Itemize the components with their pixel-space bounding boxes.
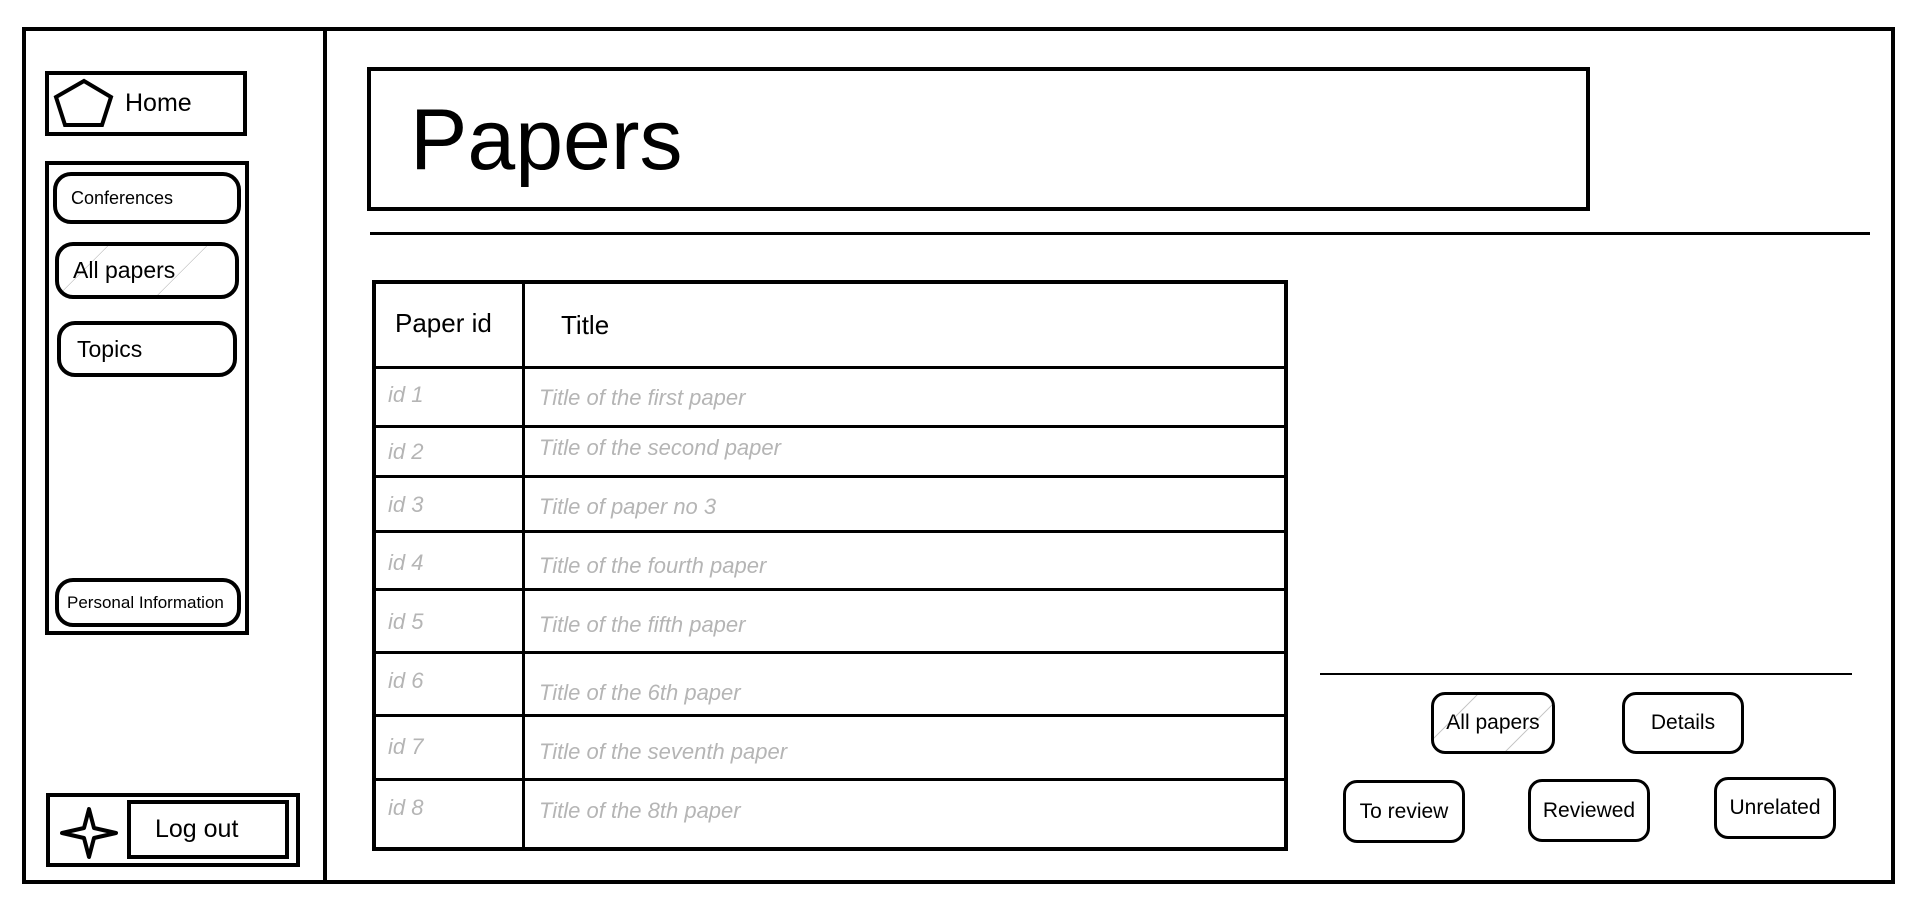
logout-label: Log out [155, 815, 239, 843]
table-cell-title[interactable]: Title of the second paper [539, 435, 781, 461]
button-label: All papers [1446, 711, 1540, 734]
sidebar-item-label: Conferences [71, 187, 174, 208]
table-cell-id[interactable]: id 2 [388, 439, 423, 465]
page-title: Papers [410, 92, 683, 188]
sidebar-item-topics[interactable]: Topics [57, 321, 237, 377]
logout-button[interactable]: Log out [127, 800, 289, 859]
filter-unrelated-button[interactable]: Unrelated [1714, 777, 1836, 839]
sidebar-divider [323, 27, 327, 884]
header-divider [370, 232, 1870, 235]
table-cell-title[interactable]: Title of the seventh paper [539, 739, 787, 765]
button-label: Details [1650, 711, 1716, 734]
button-label: Reviewed [1542, 798, 1636, 822]
row-divider [372, 530, 1288, 533]
button-label: To review [1359, 799, 1449, 823]
table-cell-title[interactable]: Title of the first paper [539, 385, 745, 411]
table-cell-title[interactable]: Title of the fifth paper [539, 612, 745, 638]
sidebar-item-label: Topics [77, 335, 143, 362]
row-divider [372, 651, 1288, 654]
pentagon-icon [51, 76, 117, 131]
table-cell-title[interactable]: Title of the 6th paper [539, 680, 741, 706]
column-header-paper-id: Paper id [395, 308, 492, 338]
row-divider [372, 588, 1288, 591]
row-divider [372, 714, 1288, 717]
table-cell-id[interactable]: id 8 [388, 795, 423, 821]
table-cell-title[interactable]: Title of the fourth paper [539, 553, 766, 579]
sidebar-nav-panel [45, 161, 249, 635]
star-icon [58, 805, 120, 861]
table-cell-title[interactable]: Title of paper no 3 [539, 494, 716, 520]
row-divider [372, 778, 1288, 781]
sidebar-item-label: All papers [73, 257, 176, 283]
filter-all-papers-button[interactable]: All papers [1431, 692, 1555, 754]
button-label: Unrelated [1729, 796, 1821, 819]
table-cell-title[interactable]: Title of the 8th paper [539, 798, 741, 824]
sidebar-item-label: Personal Information [67, 592, 224, 612]
table-cell-id[interactable]: id 6 [388, 668, 423, 694]
table-cell-id[interactable]: id 5 [388, 609, 423, 635]
row-divider [372, 425, 1288, 428]
details-button[interactable]: Details [1622, 692, 1744, 754]
sidebar-item-personal-information[interactable]: Personal Information [55, 578, 241, 627]
table-cell-id[interactable]: id 7 [388, 734, 423, 760]
row-divider [372, 475, 1288, 478]
table-cell-id[interactable]: id 3 [388, 492, 423, 518]
sidebar-item-all-papers[interactable]: All papers [55, 242, 239, 299]
filter-to-review-button[interactable]: To review [1343, 780, 1465, 843]
table-cell-id[interactable]: id 1 [388, 382, 423, 408]
column-header-title: Title [561, 310, 610, 340]
table-header-divider [372, 366, 1288, 369]
table-cell-id[interactable]: id 4 [388, 550, 423, 576]
actions-divider [1320, 673, 1852, 675]
home-label: Home [125, 89, 192, 117]
filter-reviewed-button[interactable]: Reviewed [1528, 779, 1650, 842]
sidebar-item-conferences[interactable]: Conferences [53, 172, 241, 224]
home-button[interactable]: Home [45, 71, 247, 136]
